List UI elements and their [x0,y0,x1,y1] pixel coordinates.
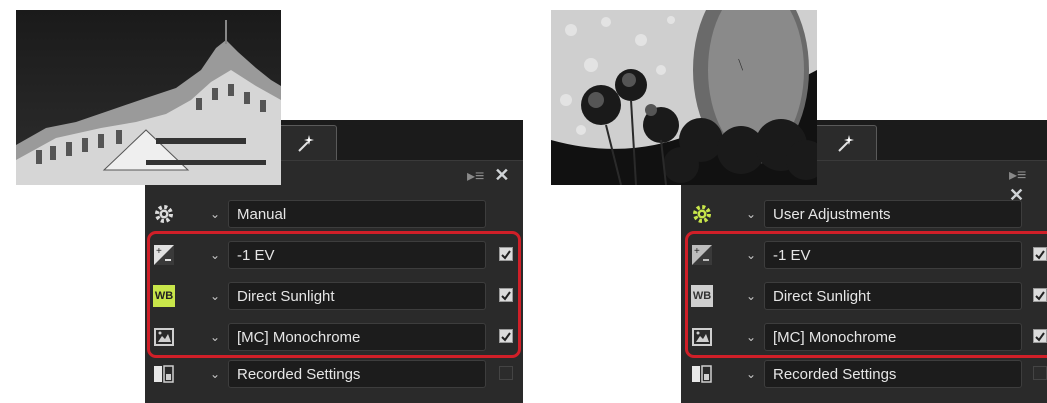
quick-adjust-tab[interactable] [273,125,337,160]
chevron-down-icon[interactable]: ⌄ [207,206,223,222]
chevron-down-icon[interactable]: ⌄ [207,366,223,382]
magic-wand-icon [838,135,854,152]
active-d-lighting-checkbox[interactable] [499,366,513,380]
panel-header-icons: ▸≡ ✕ [457,165,509,186]
active-d-lighting-checkbox[interactable] [1033,366,1047,380]
flowers-photo: — [551,10,817,185]
active-d-lighting-select[interactable]: Recorded Settings [764,360,1022,388]
row-picture-control-mode: ⌄ Manual [153,199,523,229]
right-adjustment-panel-view: ▸≡✕ — ⌄ User Adjustments + ⌄ -1 EV WB ⌄ … [545,0,1047,403]
panel-menu-icon[interactable]: ▸≡ [467,166,484,186]
recorded-settings-icon [692,365,712,383]
panel-menu-icon[interactable]: ▸≡ [1009,165,1026,185]
mode-select[interactable]: Manual [228,200,486,228]
mode-select[interactable]: User Adjustments [764,200,1022,228]
row-picture-control-mode: ⌄ User Adjustments [691,199,1047,229]
row-active-d-lighting: ⌄ Recorded Settings [153,359,523,389]
building-photo [16,10,281,185]
highlight-frame [147,231,521,358]
gear-icon [693,205,711,223]
chevron-down-icon[interactable]: ⌄ [743,366,759,382]
active-d-lighting-select[interactable]: Recorded Settings [228,360,486,388]
close-icon[interactable]: ✕ [494,165,509,186]
magic-wand-icon [298,135,314,152]
chevron-down-icon[interactable]: ⌄ [743,206,759,222]
gear-icon [155,205,173,223]
highlight-frame [685,231,1047,358]
row-active-d-lighting: ⌄ Recorded Settings [691,359,1047,389]
left-adjustment-panel-view: ▸≡ ✕ ⌄ Manual + ⌄ -1 EV WB ⌄ Direct Sunl… [0,0,523,403]
quick-adjust-tab[interactable] [813,125,877,160]
recorded-settings-icon [154,365,174,383]
